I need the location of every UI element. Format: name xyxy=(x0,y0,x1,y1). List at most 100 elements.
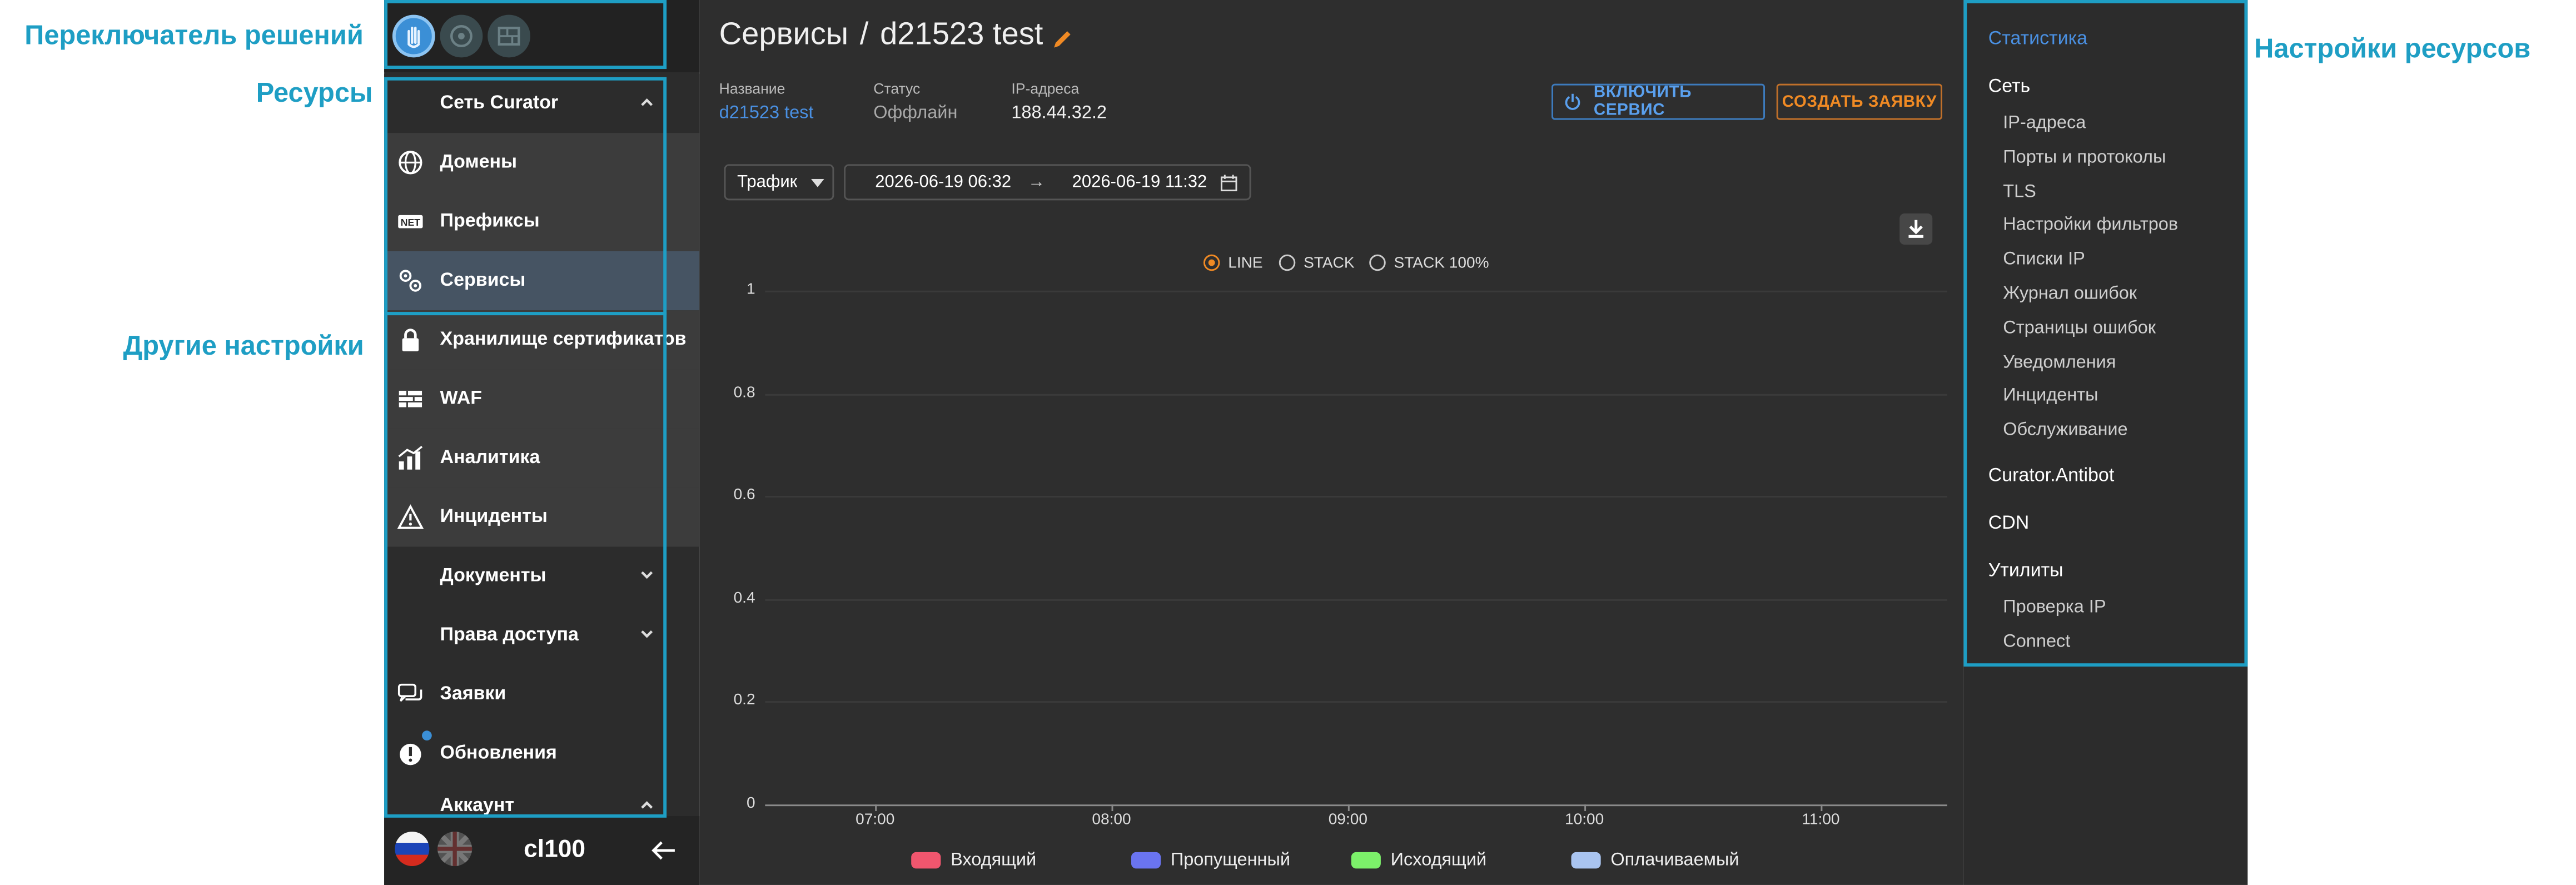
sidebar-item-label: Права доступа xyxy=(440,625,579,645)
y-tick-label: 0.8 xyxy=(733,383,755,402)
sidebar-item-label: Домены xyxy=(440,152,518,173)
rp-network-item[interactable]: TLS xyxy=(2003,182,2036,201)
resource-settings-panel: Статистика Сеть IP-адреса Порты и протоко… xyxy=(1963,0,2248,885)
sidebar-item-analytics[interactable]: Аналитика xyxy=(384,428,700,488)
sidebar-item-prefixes[interactable]: NET Префиксы xyxy=(384,192,700,251)
sidebar-item-waf[interactable]: WAF xyxy=(384,369,700,429)
sidebar-item-label: Заявки xyxy=(440,684,506,705)
lock-icon xyxy=(402,329,419,352)
x-tick-label: 10:00 xyxy=(1565,811,1604,829)
rp-utility-item[interactable]: Проверка IP xyxy=(2003,598,2106,617)
x-tick-label: 07:00 xyxy=(856,811,895,829)
rp-network-item[interactable]: Настройки фильтров xyxy=(2003,216,2178,235)
sidebar-item-incidents[interactable]: Инциденты xyxy=(384,488,700,547)
y-tick-label: 1 xyxy=(746,281,755,299)
legend-incoming[interactable]: Входящий xyxy=(911,849,1036,872)
hand-solution-icon[interactable] xyxy=(392,14,435,58)
traffic-chart: 1 0.8 0.6 0.4 0.2 0 07:00 08:00 09:00 10:00 11:00 xyxy=(699,0,1963,885)
rp-network-heading[interactable]: Сеть xyxy=(1988,77,2031,97)
notification-dot xyxy=(422,730,432,741)
legend-swatch xyxy=(1351,852,1381,869)
y-tick-label: 0.6 xyxy=(733,486,755,505)
sidebar-item-domains[interactable]: Домены xyxy=(384,133,700,192)
russia-flag-icon[interactable] xyxy=(394,831,430,867)
annotation-resources: Ресурсы xyxy=(256,78,373,108)
annotation-other-settings: Другие настройки xyxy=(123,331,364,361)
chevron-down-icon xyxy=(641,571,653,579)
uk-flag-icon[interactable] xyxy=(437,831,473,867)
legend-label: Пропущенный xyxy=(1170,850,1290,871)
warning-icon xyxy=(397,504,424,529)
rp-network-item[interactable]: Порты и протоколы xyxy=(2003,147,2166,167)
rp-utilities-heading[interactable]: Утилиты xyxy=(1988,561,2063,581)
update-icon xyxy=(400,743,421,765)
app-root: Переключатель решений Ресурсы Другие нас… xyxy=(0,0,2576,885)
sidebar-item-label: Префиксы xyxy=(440,212,540,232)
rp-antibot[interactable]: Curator.Antibot xyxy=(1988,466,2115,486)
legend-billable[interactable]: Оплачиваемый xyxy=(1571,849,1739,872)
rp-network-item[interactable]: Уведомления xyxy=(2003,352,2116,372)
legend-passed[interactable]: Пропущенный xyxy=(1131,849,1290,872)
sidebar-item-updates[interactable]: Обновления xyxy=(384,724,699,783)
legend-label: Оплачиваемый xyxy=(1610,850,1739,871)
sidebar-item-label: Документы xyxy=(440,566,546,586)
legend-swatch xyxy=(1131,852,1161,869)
x-tick-mark xyxy=(1584,804,1587,812)
sidebar-item-documents[interactable]: Документы xyxy=(384,547,699,606)
sidebar-group-network-label: Сеть Curator xyxy=(440,93,559,113)
sidebar-item-label: Аккаунт xyxy=(440,796,514,816)
sidebar-item-account[interactable]: Аккаунт xyxy=(384,783,699,816)
rp-statistics[interactable]: Статистика xyxy=(1988,29,2087,49)
x-axis-line xyxy=(765,804,1947,807)
legend-label: Исходящий xyxy=(1390,850,1487,871)
rp-network-item[interactable]: Инциденты xyxy=(2003,386,2098,406)
sidebar-item-label: Аналитика xyxy=(440,448,540,468)
rp-cdn[interactable]: CDN xyxy=(1988,514,2030,533)
chevron-down-icon xyxy=(641,630,653,638)
sidebar-item-services[interactable]: Сервисы xyxy=(384,251,700,311)
x-tick-mark xyxy=(1111,804,1113,812)
sidebar-item-label: Сервисы xyxy=(440,271,526,291)
grid-line xyxy=(765,393,1947,395)
y-tick-label: 0 xyxy=(746,794,755,813)
grid-line xyxy=(765,290,1947,292)
y-tick-label: 0.4 xyxy=(733,589,755,608)
sidebar-item-label: Обновления xyxy=(440,743,557,764)
rp-network-item[interactable]: IP-адреса xyxy=(2003,113,2086,133)
chat-icon xyxy=(397,683,422,702)
rp-network-item[interactable]: Страницы ошибок xyxy=(2003,318,2156,337)
sidebar-item-certificates[interactable]: Хранилище сертификатов xyxy=(384,310,700,370)
sidebar-item-requests[interactable]: Заявки xyxy=(384,665,699,724)
legend-outgoing[interactable]: Исходящий xyxy=(1351,849,1486,872)
collapse-arrow-icon[interactable] xyxy=(650,839,677,862)
network-solution-icon[interactable] xyxy=(440,14,483,58)
x-tick-mark xyxy=(875,804,877,812)
rp-network-item[interactable]: Обслуживание xyxy=(2003,421,2127,440)
analytics-icon xyxy=(398,445,423,470)
rp-network-item[interactable]: Списки IP xyxy=(2003,250,2085,269)
y-tick-label: 0.2 xyxy=(733,692,755,710)
sidebar-group-network[interactable]: Сеть Curator xyxy=(384,73,700,133)
sidebar-item-label: Хранилище сертификатов xyxy=(440,330,687,350)
x-tick-mark xyxy=(1347,804,1350,812)
legend-swatch xyxy=(1571,852,1601,869)
legend-label: Входящий xyxy=(951,850,1037,871)
rp-network-item[interactable]: Журнал ошибок xyxy=(2003,284,2137,304)
annotation-resource-settings: Настройки ресурсов xyxy=(2254,34,2531,64)
sidebar-item-access[interactable]: Права доступа xyxy=(384,606,699,665)
sidebar-item-label: Инциденты xyxy=(440,507,548,528)
waf-solution-icon[interactable] xyxy=(488,14,530,58)
chevron-up-icon xyxy=(641,801,653,809)
sidebar-item-label: WAF xyxy=(440,389,483,409)
legend-swatch xyxy=(911,852,941,869)
user-name: cl100 xyxy=(524,836,586,864)
annotation-solution-switcher: Переключатель решений xyxy=(24,21,364,51)
x-tick-label: 08:00 xyxy=(1092,811,1131,829)
x-tick-label: 09:00 xyxy=(1328,811,1367,829)
grid-line xyxy=(765,599,1947,601)
x-tick-label: 11:00 xyxy=(1802,811,1840,829)
chevron-up-icon xyxy=(641,98,653,106)
solution-switcher xyxy=(384,0,700,72)
rp-utility-item[interactable]: Connect xyxy=(2003,632,2070,652)
main-content: Сервисы / d21523 test Название d21523 te… xyxy=(699,0,1964,885)
